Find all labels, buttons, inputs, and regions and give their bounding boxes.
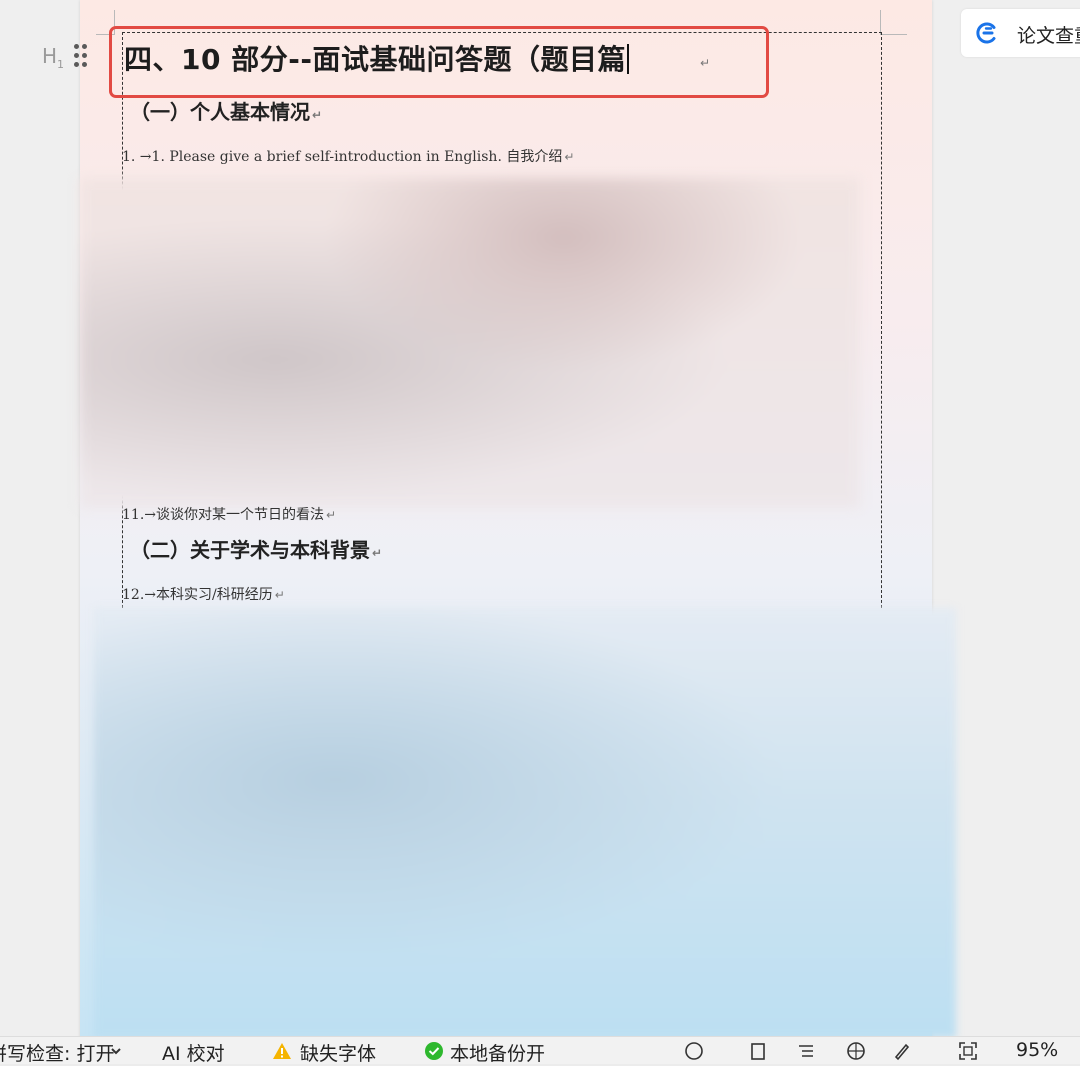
fit-screen-icon[interactable] — [958, 1041, 978, 1061]
section-heading-personal-text[interactable]: （一）个人基本情况 — [130, 100, 310, 124]
outline-view-icon[interactable] — [796, 1041, 816, 1061]
status-bar: 拼写检查: 打开 AI 校对 缺失字体 本地备份开 95% — [0, 1036, 1080, 1066]
paper-check-icon — [976, 22, 996, 44]
drag-handle-icon[interactable] — [74, 44, 88, 68]
warning-icon — [273, 1043, 291, 1059]
check-circle-icon — [425, 1042, 443, 1060]
section-heading-personal[interactable]: （一）个人基本情况 ↵ — [130, 96, 322, 125]
paragraph-mark-icon: ↵ — [312, 108, 323, 122]
page-view-icon[interactable] — [748, 1041, 768, 1061]
question-line-11[interactable]: 11.→谈谈你对某一个节日的看法 ↵ — [122, 504, 336, 524]
question-line-1[interactable]: 1. →1. Please give a brief self-introduc… — [122, 146, 574, 166]
paper-check-button[interactable]: 论文查重 — [961, 9, 1080, 57]
heading-level-marker: H1 — [42, 44, 64, 71]
chevron-down-icon[interactable] — [106, 1041, 126, 1061]
question-line-12-text[interactable]: 12.→本科实习/科研经历 — [122, 587, 273, 603]
paper-check-label[interactable]: 论文查重 — [1017, 21, 1080, 48]
page-margin-corner-right — [880, 10, 907, 35]
highlight-box — [109, 26, 769, 98]
blurred-content-lower — [94, 608, 956, 1038]
spellcheck-status[interactable]: 拼写检查: 打开 — [0, 1039, 114, 1066]
question-line-1-text[interactable]: 1. →1. Please give a brief self-introduc… — [122, 149, 562, 165]
app-window: H1 四、10 部分--面试基础问答题（题目篇 ↵ （一）个人基本情况 ↵ 1. … — [0, 0, 1080, 1066]
question-line-12[interactable]: 12.→本科实习/科研经历 ↵ — [122, 584, 285, 604]
smiley-icon[interactable] — [684, 1041, 704, 1061]
blurred-content-upper — [80, 178, 860, 508]
question-line-11-text[interactable]: 11.→谈谈你对某一个节日的看法 — [122, 507, 324, 523]
ai-proofread-button[interactable]: AI 校对 — [162, 1039, 225, 1066]
heading-marker-level: 1 — [57, 58, 65, 71]
zoom-level[interactable]: 95% — [1016, 1039, 1058, 1061]
heading-marker-letter: H — [42, 44, 58, 68]
section-heading-academic-text[interactable]: （二）关于学术与本科背景 — [130, 538, 370, 562]
paragraph-mark-icon: ↵ — [564, 150, 575, 164]
paragraph-mark-icon: ↵ — [326, 508, 337, 522]
pen-icon[interactable] — [892, 1041, 912, 1061]
missing-font-button[interactable]: 缺失字体 — [300, 1039, 376, 1066]
local-backup-status[interactable]: 本地备份开 — [450, 1039, 545, 1066]
paragraph-mark-icon: ↵ — [372, 546, 383, 560]
section-heading-academic[interactable]: （二）关于学术与本科背景 ↵ — [130, 534, 382, 563]
paragraph-mark-icon: ↵ — [274, 588, 285, 602]
web-view-icon[interactable] — [846, 1041, 866, 1061]
